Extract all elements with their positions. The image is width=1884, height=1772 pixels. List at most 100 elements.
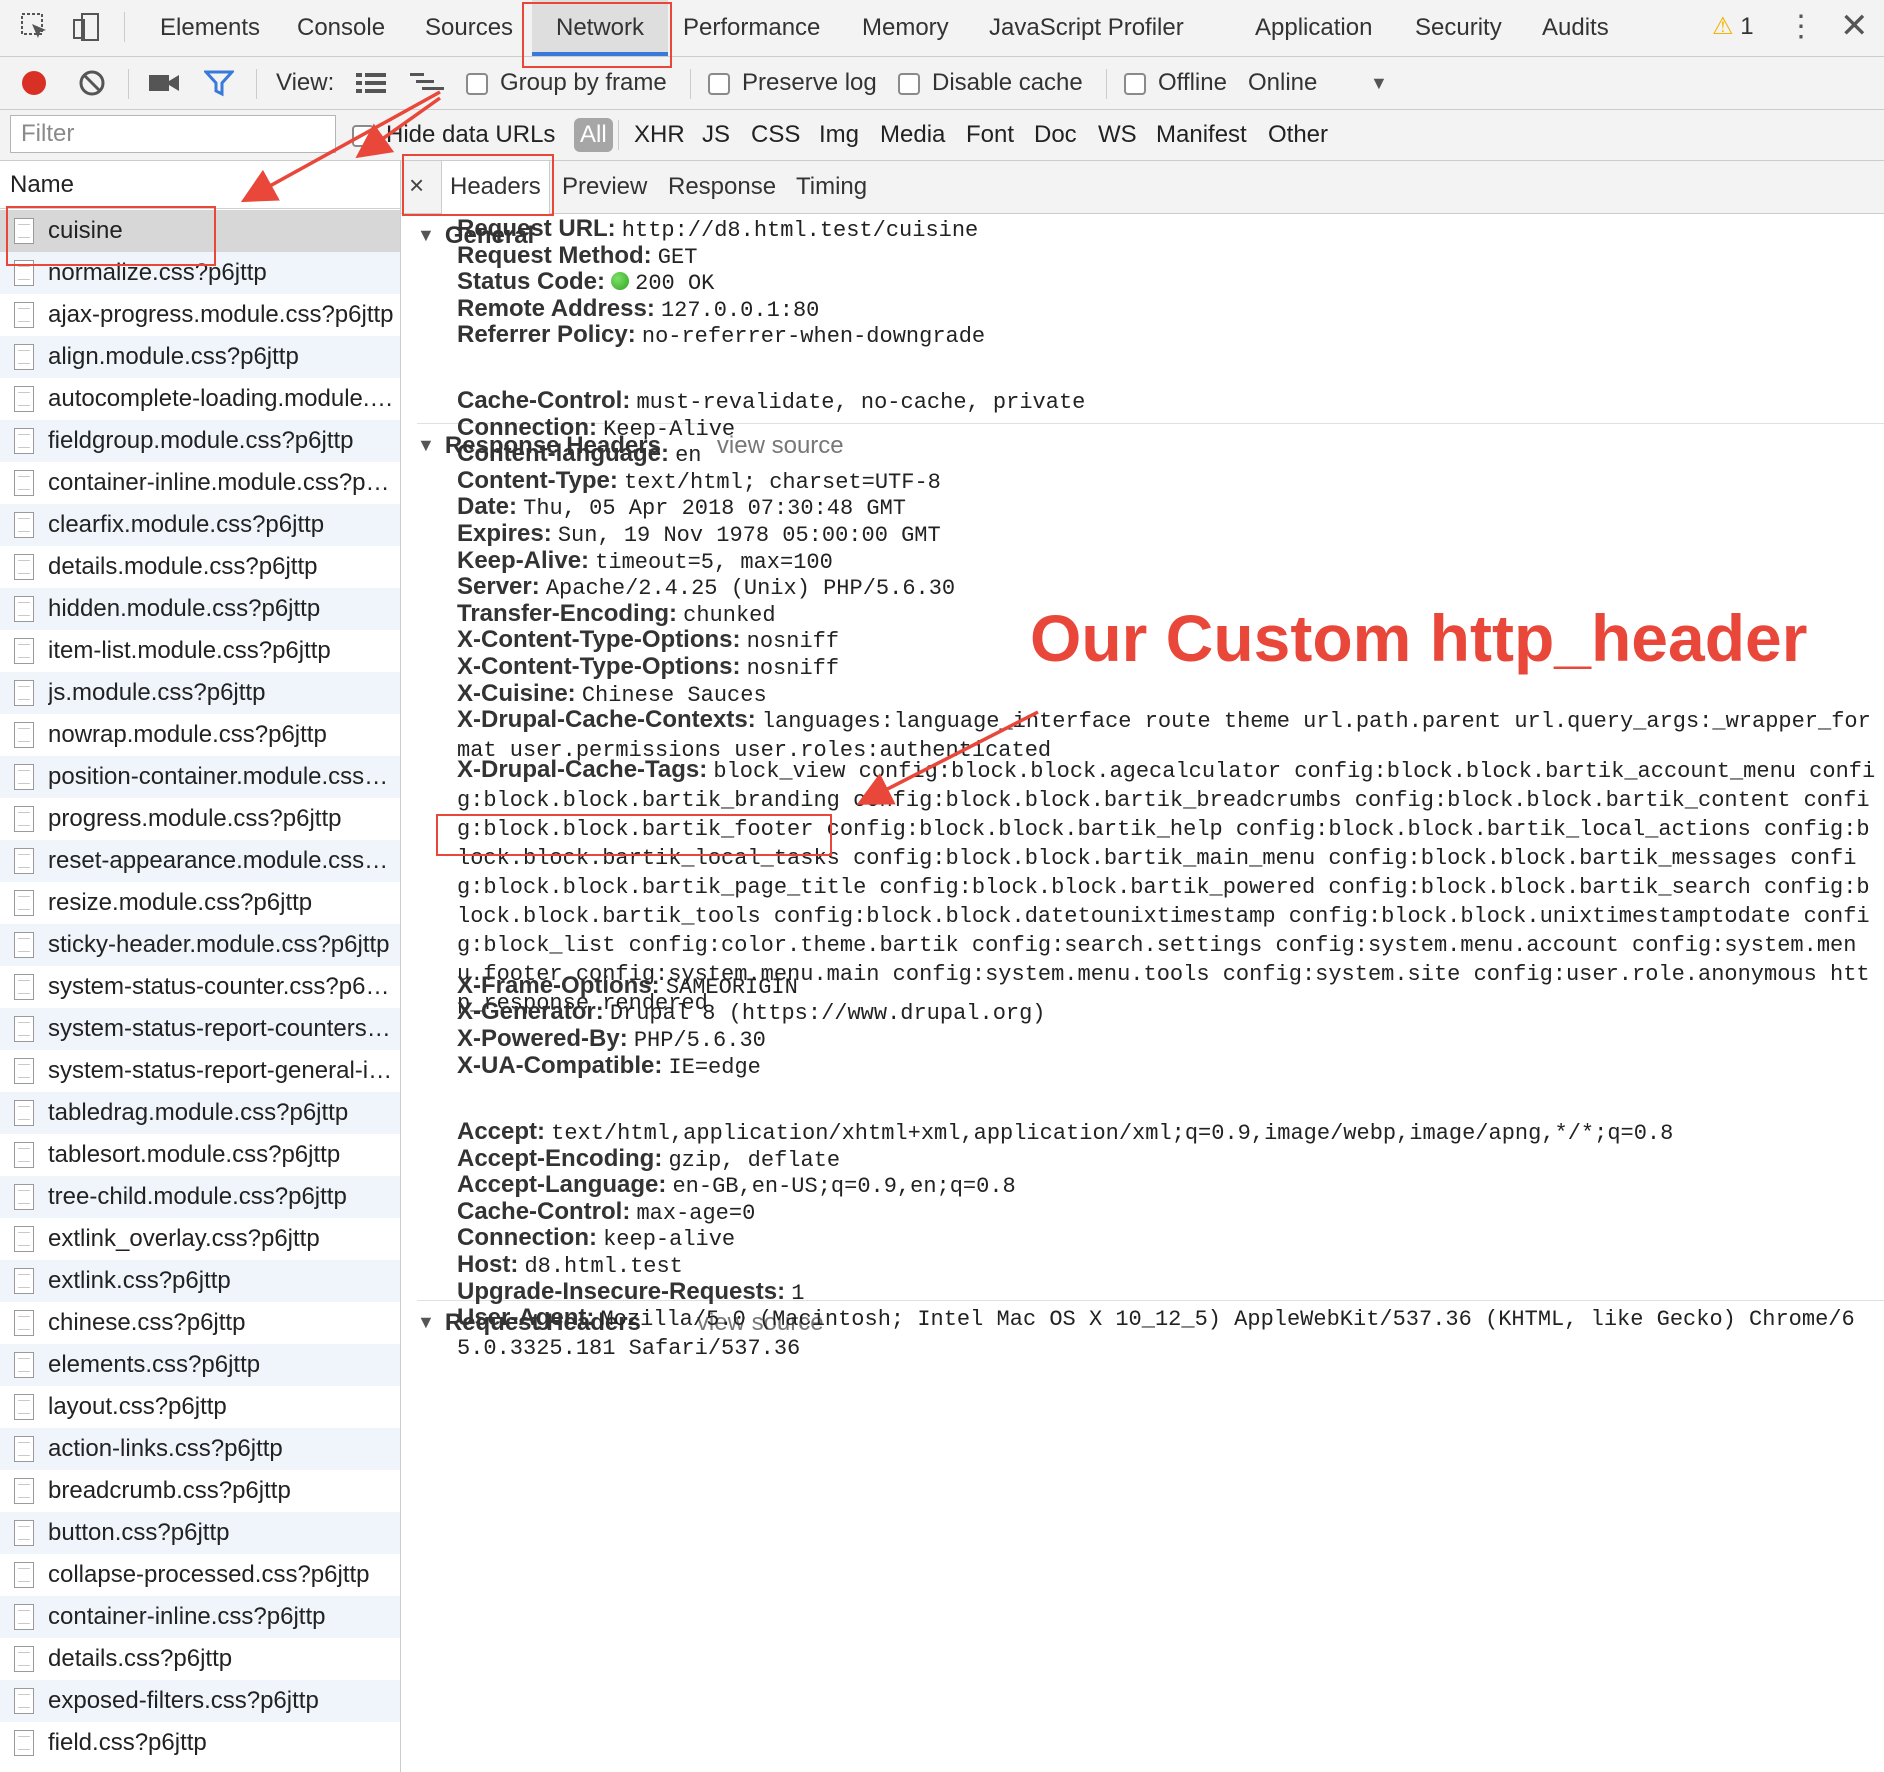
request-row[interactable]: progress.module.css?p6jttp: [0, 798, 400, 840]
type-filter-ws[interactable]: WS: [1098, 110, 1137, 160]
device-toolbar-icon[interactable]: [70, 10, 104, 44]
hide-data-urls-checkbox[interactable]: Hide data URLs: [352, 110, 555, 160]
request-row[interactable]: extlink.css?p6jttp: [0, 1260, 400, 1302]
type-filter-xhr[interactable]: XHR: [634, 110, 685, 160]
request-row[interactable]: system-status-report-general-info.css?p6…: [0, 1050, 400, 1092]
header-value: Chinese Sauces: [581, 682, 767, 708]
request-row[interactable]: collapse-processed.css?p6jttp: [0, 1554, 400, 1596]
checkbox[interactable]: [1124, 73, 1146, 95]
tab-performance[interactable]: Performance: [683, 0, 820, 56]
request-name: details.css?p6jttp: [48, 1645, 233, 1672]
tab-response[interactable]: Response: [668, 161, 776, 213]
type-filter-doc[interactable]: Doc: [1034, 110, 1077, 160]
request-row[interactable]: tablesort.module.css?p6jttp: [0, 1134, 400, 1176]
preserve-log-checkbox[interactable]: Preserve log: [708, 57, 877, 109]
request-row[interactable]: field.css?p6jttp: [0, 1722, 400, 1764]
record-icon[interactable]: [20, 69, 48, 97]
type-filter-media[interactable]: Media: [880, 110, 945, 160]
type-filter-all[interactable]: All: [574, 118, 613, 152]
request-row[interactable]: nowrap.module.css?p6jttp: [0, 714, 400, 756]
tab-audits[interactable]: Audits: [1542, 0, 1609, 56]
screenshot-camera-icon[interactable]: [148, 71, 180, 95]
large-rows-icon[interactable]: [356, 71, 386, 95]
tab-console[interactable]: Console: [297, 0, 385, 56]
triangle-down-icon: ▼: [417, 1312, 435, 1332]
header-key: X-Cuisine:: [457, 679, 576, 707]
tab-security[interactable]: Security: [1415, 0, 1502, 56]
checkbox[interactable]: [466, 73, 488, 95]
request-row[interactable]: extlink_overlay.css?p6jttp: [0, 1218, 400, 1260]
header-row: X-Powered-By: PHP/5.6.30: [457, 1025, 1877, 1054]
checkbox[interactable]: [708, 73, 730, 95]
request-name: progress.module.css?p6jttp: [48, 805, 342, 832]
request-row[interactable]: tree-child.module.css?p6jttp: [0, 1176, 400, 1218]
request-row[interactable]: breadcrumb.css?p6jttp: [0, 1470, 400, 1512]
close-icon[interactable]: ✕: [1840, 6, 1869, 46]
request-row[interactable]: button.css?p6jttp: [0, 1512, 400, 1554]
header-key: X-Generator:: [457, 998, 604, 1026]
annotation-box-x-cuisine: [436, 814, 832, 856]
filter-input[interactable]: [10, 115, 336, 153]
header-row: Referrer Policy: no-referrer-when-downgr…: [457, 321, 1877, 350]
checkbox[interactable]: [898, 73, 920, 95]
tab-javascript-profiler[interactable]: JavaScript Profiler: [989, 0, 1184, 56]
checkbox[interactable]: [352, 125, 374, 147]
document-icon: [14, 1268, 34, 1294]
tab-application[interactable]: Application: [1255, 0, 1372, 56]
request-row[interactable]: align.module.css?p6jttp: [0, 336, 400, 378]
warnings-indicator[interactable]: ⚠ 1: [1712, 12, 1754, 41]
tab-memory[interactable]: Memory: [862, 0, 949, 56]
request-row[interactable]: sticky-header.module.css?p6jttp: [0, 924, 400, 966]
divider: [1106, 69, 1107, 99]
request-row[interactable]: hidden.module.css?p6jttp: [0, 588, 400, 630]
request-row[interactable]: chinese.css?p6jttp: [0, 1302, 400, 1344]
request-row[interactable]: clearfix.module.css?p6jttp: [0, 504, 400, 546]
request-row[interactable]: fieldgroup.module.css?p6jttp: [0, 420, 400, 462]
request-row[interactable]: resize.module.css?p6jttp: [0, 882, 400, 924]
header-row: Cache-Control: must-revalidate, no-cache…: [457, 387, 1877, 416]
document-icon: [14, 1016, 34, 1042]
request-row[interactable]: details.module.css?p6jttp: [0, 546, 400, 588]
tab-elements[interactable]: Elements: [160, 0, 260, 56]
request-row[interactable]: tabledrag.module.css?p6jttp: [0, 1092, 400, 1134]
type-filter-img[interactable]: Img: [819, 110, 859, 160]
request-row[interactable]: system-status-report-counters.css?p6jttp: [0, 1008, 400, 1050]
request-row[interactable]: layout.css?p6jttp: [0, 1386, 400, 1428]
request-row[interactable]: system-status-counter.css?p6jttp: [0, 966, 400, 1008]
name-column-header[interactable]: Name: [0, 161, 400, 209]
tab-preview[interactable]: Preview: [562, 161, 647, 213]
request-row[interactable]: autocomplete-loading.module.css?p6jttp: [0, 378, 400, 420]
type-filter-font[interactable]: Font: [966, 110, 1014, 160]
request-row[interactable]: container-inline.css?p6jttp: [0, 1596, 400, 1638]
request-row[interactable]: exposed-filters.css?p6jttp: [0, 1680, 400, 1722]
document-icon: [14, 1436, 34, 1462]
request-row[interactable]: elements.css?p6jttp: [0, 1344, 400, 1386]
header-value: keep-alive: [603, 1227, 736, 1253]
more-options-icon[interactable]: ⋮: [1786, 10, 1816, 44]
request-row[interactable]: item-list.module.css?p6jttp: [0, 630, 400, 672]
type-filter-other[interactable]: Other: [1268, 110, 1328, 160]
type-filter-js[interactable]: JS: [702, 110, 730, 160]
header-row: Expires: Sun, 19 Nov 1978 05:00:00 GMT: [457, 520, 1877, 549]
filter-funnel-icon[interactable]: [204, 69, 234, 97]
document-icon: [14, 1352, 34, 1378]
request-row[interactable]: details.css?p6jttp: [0, 1638, 400, 1680]
offline-checkbox[interactable]: Offline: [1124, 57, 1227, 109]
request-row[interactable]: js.module.css?p6jttp: [0, 672, 400, 714]
inspect-element-icon[interactable]: [18, 10, 52, 44]
request-row[interactable]: reset-appearance.module.css?p6jttp: [0, 840, 400, 882]
clear-icon[interactable]: [78, 69, 106, 97]
tab-sources[interactable]: Sources: [425, 0, 513, 56]
request-row[interactable]: ajax-progress.module.css?p6jttp: [0, 294, 400, 336]
request-row[interactable]: position-container.module.css?p6jttp: [0, 756, 400, 798]
type-filter-css[interactable]: CSS: [751, 110, 800, 160]
tab-timing[interactable]: Timing: [796, 161, 867, 213]
waterfall-overview-icon[interactable]: [410, 71, 444, 95]
throttling-select[interactable]: Online: [1248, 57, 1317, 109]
header-value: GET: [657, 244, 698, 270]
request-row[interactable]: container-inline.module.css?p6jttp: [0, 462, 400, 504]
dropdown-arrow-icon[interactable]: ▼: [1370, 57, 1388, 109]
type-filter-manifest[interactable]: Manifest: [1156, 110, 1247, 160]
request-row[interactable]: action-links.css?p6jttp: [0, 1428, 400, 1470]
disable-cache-checkbox[interactable]: Disable cache: [898, 57, 1083, 109]
